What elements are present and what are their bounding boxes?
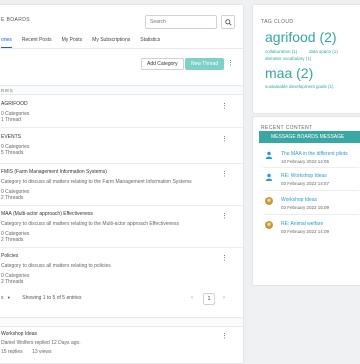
tag-link[interactable]: agrifood (2) [265, 29, 337, 45]
category-title[interactable]: MAA (Multi-actor approach) Effectiveness [1, 211, 231, 217]
tab-recent-posts[interactable]: Recent Posts [22, 37, 52, 48]
avatar-icon [265, 221, 273, 229]
tab-bar: ories Recent Posts My Posts My Subscript… [1, 37, 160, 48]
category-row-events[interactable]: EVENTS 0 Categories 5 Threads [1, 134, 231, 156]
thread-row[interactable]: Workshop Ideas Daniel Wolfers replied 12… [1, 331, 231, 355]
per-page-select[interactable]: s [1, 295, 4, 301]
category-row-agrifood[interactable]: AGRIFOOD 0 Categories 1 Thread [1, 101, 231, 123]
row-divider [0, 127, 243, 128]
row-options-icon[interactable]: ⋮ [221, 333, 228, 340]
recent-item-title[interactable]: RE: Animal welfare [281, 221, 323, 227]
category-title[interactable]: FMIS (Farm Management Information System… [1, 169, 231, 175]
more-options-icon[interactable]: ⋮ [227, 60, 234, 67]
current-page-button[interactable]: 1 [203, 293, 215, 305]
pagination-bar: s ▼ Showing 1 to 5 of 5 entries [1, 295, 81, 301]
row-divider [0, 163, 243, 164]
row-divider [0, 205, 243, 206]
tag-cloud-panel: TAG CLOUD agrifood (2) collaboration (1)… [252, 4, 360, 114]
next-page-icon[interactable]: › [223, 295, 225, 301]
thread-count: 2 Threads [1, 195, 24, 201]
search-input[interactable]: Search [145, 15, 217, 29]
category-description: Category to discuss all matters relating… [1, 221, 180, 227]
recent-item-date: 03 February 2022 14:57 [281, 181, 330, 186]
tag-link[interactable]: data space (1) [309, 49, 338, 54]
recent-item-title[interactable]: The MAA in the different pilots [281, 151, 348, 157]
message-boards-panel: E BOARDS Search ories Recent Posts My Po… [0, 4, 244, 364]
view-count: 13 views [32, 349, 52, 355]
thread-title[interactable]: Workshop Ideas [1, 331, 231, 337]
tag-link[interactable]: collaboration (1) [265, 49, 297, 54]
tab-my-posts[interactable]: My Posts [62, 37, 83, 48]
prev-page-icon[interactable]: ‹ [191, 295, 193, 301]
recent-item-title[interactable]: Workshop Ideas [281, 197, 317, 203]
page-title: E BOARDS [1, 17, 31, 23]
thread-count: 2 Threads [1, 237, 24, 243]
message-boards-bar: MESSAGE BOARDS MESSAGE [259, 131, 360, 143]
pagination-summary: Showing 1 to 5 of 5 entries [22, 295, 82, 301]
reply-count: 15 replies [1, 349, 23, 355]
row-options-icon[interactable]: ⋮ [221, 136, 228, 143]
tag-link[interactable]: demeter vocabulary (1) [265, 56, 311, 61]
category-row-policies[interactable]: Policies Category to discuss all matters… [1, 253, 231, 285]
category-description: Category to discuss all matters relating… [1, 263, 111, 269]
thread-meta: Daniel Wolfers replied 12 Days ago. [1, 340, 81, 346]
thread-count: 2 Threads [1, 279, 24, 285]
thread-stats: 15 replies 13 views [1, 349, 231, 355]
person-icon [265, 151, 273, 159]
categories-section-header: RIES [0, 85, 243, 95]
threads-section-header [0, 317, 243, 327]
recent-item-date: 03 February 2022 15:09 [281, 205, 330, 210]
new-thread-button[interactable]: New Thread [185, 58, 225, 70]
thread-count: 1 Thread [1, 117, 21, 123]
tag-cloud-title: TAG CLOUD [261, 19, 294, 25]
chevron-down-icon[interactable]: ▼ [7, 295, 11, 300]
person-icon [265, 173, 273, 181]
row-options-icon[interactable]: ⋮ [221, 171, 228, 178]
item-divider [263, 167, 359, 168]
row-options-icon[interactable]: ⋮ [221, 255, 228, 262]
row-options-icon[interactable]: ⋮ [221, 213, 228, 220]
tag-link[interactable]: sustainable development goals (1) [265, 84, 334, 89]
recent-item-title[interactable]: RE: Workshop Ideas [281, 173, 327, 179]
recent-item-date: 03 February 2022 14:09 [281, 229, 330, 234]
item-divider [263, 190, 359, 191]
tab-divider [0, 48, 243, 49]
thread-count: 5 Threads [1, 150, 24, 156]
recent-item-date: 10 February 2022 14:05 [281, 159, 330, 164]
category-row-fmis[interactable]: FMIS (Farm Management Information System… [1, 169, 231, 201]
tab-statistics[interactable]: Statistics [140, 37, 160, 48]
tag-link[interactable]: maa (2) [265, 65, 313, 81]
row-divider [0, 247, 243, 248]
category-title[interactable]: EVENTS [1, 134, 231, 140]
item-divider [263, 214, 359, 215]
avatar-icon [265, 197, 273, 205]
recent-content-panel: RECENT CONTENT MESSAGE BOARDS MESSAGE Th… [252, 116, 360, 286]
search-icon [224, 18, 232, 26]
category-title[interactable]: AGRIFOOD [1, 101, 231, 107]
tab-my-subscriptions[interactable]: My Subscriptions [92, 37, 130, 48]
category-row-maa[interactable]: MAA (Multi-actor approach) Effectiveness… [1, 211, 231, 243]
tab-categories[interactable]: ories [1, 37, 12, 48]
row-options-icon[interactable]: ⋮ [221, 103, 228, 110]
category-title[interactable]: Policies [1, 253, 231, 259]
add-category-button[interactable]: Add Category [141, 58, 184, 70]
category-description: Category to discuss all matters relating… [1, 179, 192, 185]
search-button[interactable] [221, 15, 235, 29]
